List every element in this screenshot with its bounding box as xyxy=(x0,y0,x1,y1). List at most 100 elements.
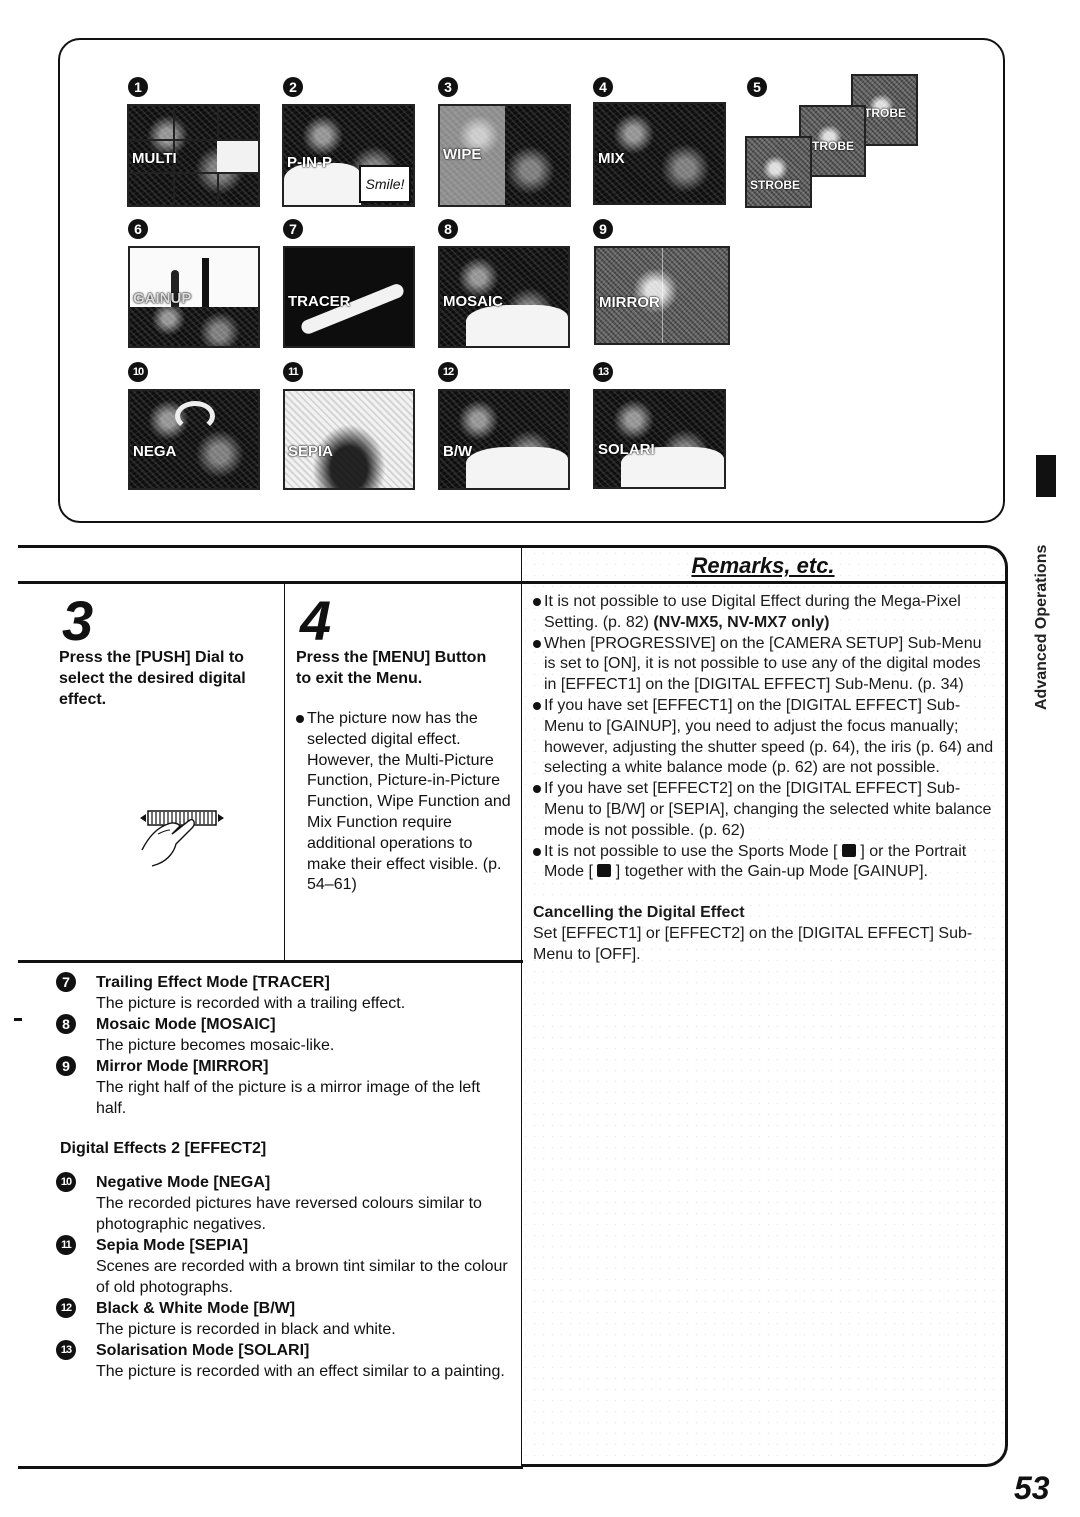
step-bullet: The picture now has the selected digital… xyxy=(296,709,511,896)
thumbnail-label: NEGA xyxy=(133,443,177,460)
thumbnail-label: WIPE xyxy=(443,146,482,163)
thumbnail-label: SOLARI xyxy=(598,441,655,458)
figure-number-badge: 4 xyxy=(593,77,613,97)
step-bullets: The picture now has the selected digital… xyxy=(296,709,511,896)
thumbnail-wipe: WIPE xyxy=(438,104,571,207)
figure-number-badge: 11 xyxy=(283,362,303,382)
section-tab-marker xyxy=(1036,455,1056,497)
figure-number-badge: 5 xyxy=(747,77,767,97)
effect2-heading: Digital Effects 2 [EFFECT2] xyxy=(60,1140,267,1157)
remark-item: When [PROGRESSIVE] on the [CAMERA SETUP]… xyxy=(533,634,995,696)
column-divider xyxy=(521,545,522,1467)
inset-picture: Smile! xyxy=(359,165,411,203)
figure-number-badge: 7 xyxy=(283,219,303,239)
mode-title: Mosaic Mode [MOSAIC] xyxy=(96,1016,276,1033)
mode-item-mirror: 9 Mirror Mode [MIRROR] The right half of… xyxy=(54,1056,514,1119)
section-header-rule xyxy=(18,581,1005,584)
mode-title: Solarisation Mode [SOLARI] xyxy=(96,1342,310,1359)
thumbnail-mosaic: MOSAIC xyxy=(438,246,570,348)
mode-number-badge: 9 xyxy=(56,1056,76,1076)
mode-number-badge: 7 xyxy=(56,972,76,992)
thumbnail-solari: SOLARI xyxy=(593,389,726,489)
step-heading: Press the [MENU] Button to exit the Menu… xyxy=(296,649,487,687)
mode-description: Scenes are recorded with a brown tint si… xyxy=(96,1258,508,1296)
mode-description: The picture becomes mosaic-like. xyxy=(96,1037,335,1054)
remark-item: If you have set [EFFECT1] on the [DIGITA… xyxy=(533,696,995,779)
remarks-title: Remarks, etc. xyxy=(691,553,835,578)
mode-item-sepia: 11 Sepia Mode [SEPIA] Scenes are recorde… xyxy=(54,1235,514,1298)
mode-number-badge: 8 xyxy=(56,1014,76,1034)
step-divider xyxy=(284,584,285,962)
thumbnail-bw: B/W xyxy=(438,389,570,490)
mode-number-badge: 12 xyxy=(56,1298,76,1318)
thumbnail-label: SEPIA xyxy=(288,443,334,460)
thumbnail-strobe-1: STROBE xyxy=(745,136,812,208)
figure-number-badge: 8 xyxy=(438,219,458,239)
steps-bottom-rule xyxy=(18,960,523,963)
figure-number-badge: 10 xyxy=(128,362,148,382)
portrait-mode-icon xyxy=(597,864,612,878)
figure-number-badge: 1 xyxy=(128,77,148,97)
thumbnail-mix: MIX xyxy=(593,102,726,205)
mode-number-badge: 13 xyxy=(56,1340,76,1360)
step-number: 3 xyxy=(62,589,94,652)
remarks-body: It is not possible to use Digital Effect… xyxy=(533,592,995,966)
remark-item: It is not possible to use the Sports Mod… xyxy=(533,842,995,884)
thumbnail-label: MULTI xyxy=(132,150,177,167)
thumbnail-label: GAINUP xyxy=(133,290,192,307)
mode-number-badge: 11 xyxy=(56,1235,76,1255)
page-bottom-rule xyxy=(18,1466,523,1469)
figure-number-badge: 9 xyxy=(593,219,613,239)
mode-item-solari: 13 Solarisation Mode [SOLARI] The pictur… xyxy=(54,1340,514,1382)
step-heading: Press the [PUSH] Dial to select the desi… xyxy=(59,649,246,708)
thumbnail-label: STROBE xyxy=(750,178,801,192)
figure-number-badge: 6 xyxy=(128,219,148,239)
page-number: 53 xyxy=(1014,1470,1050,1506)
thumbnail-label: TRACER xyxy=(288,293,351,310)
thumbnail-label: MIRROR xyxy=(599,294,660,311)
mode-title: Negative Mode [NEGA] xyxy=(96,1174,271,1191)
mode-title: Sepia Mode [SEPIA] xyxy=(96,1237,249,1254)
figure-number-badge: 3 xyxy=(438,77,458,97)
mode-description: The picture is recorded in black and whi… xyxy=(96,1321,396,1338)
mode-item-bw: 12 Black & White Mode [B/W] The picture … xyxy=(54,1298,514,1340)
thumbnail-tracer: TRACER xyxy=(283,246,415,348)
mode-title: Mirror Mode [MIRROR] xyxy=(96,1058,269,1075)
mode-description: The right half of the picture is a mirro… xyxy=(96,1079,481,1117)
mode-item-nega: 10 Negative Mode [NEGA] The recorded pic… xyxy=(54,1172,514,1235)
thumbnail-sepia: SEPIA xyxy=(283,389,415,490)
thumbnail-label: B/W xyxy=(443,443,473,460)
mode-title: Trailing Effect Mode [TRACER] xyxy=(96,974,330,991)
mode-item-tracer: 7 Trailing Effect Mode [TRACER] The pict… xyxy=(54,972,514,1014)
step-number: 4 xyxy=(300,589,332,652)
push-dial-hand-icon xyxy=(140,810,224,867)
thumbnail-label: MIX xyxy=(598,150,625,167)
thumbnail-nega: NEGA xyxy=(128,389,260,490)
sports-mode-icon xyxy=(841,843,856,857)
thumbnail-mirror: MIRROR xyxy=(594,246,730,345)
thumbnail-gainup: GAINUP xyxy=(128,246,260,348)
mode-item-mosaic: 8 Mosaic Mode [MOSAIC] The picture becom… xyxy=(54,1014,514,1056)
thumbnail-multi: MULTI xyxy=(127,104,260,207)
mode-description: The picture is recorded with an effect s… xyxy=(96,1363,505,1380)
thumbnail-p-in-p: P-IN-P Smile! xyxy=(282,104,415,207)
section-tab-label: Advanced Operations xyxy=(1033,544,1050,710)
remark-item: If you have set [EFFECT2] on the [DIGITA… xyxy=(533,779,995,841)
figure-number-badge: 13 xyxy=(593,362,613,382)
mode-number-badge: 10 xyxy=(56,1172,76,1192)
cancel-heading: Cancelling the Digital Effect xyxy=(533,904,745,922)
figure-number-badge: 12 xyxy=(438,362,458,382)
mode-title: Black & White Mode [B/W] xyxy=(96,1300,296,1317)
section-top-rule xyxy=(18,545,523,548)
remark-item: It is not possible to use Digital Effect… xyxy=(533,592,995,634)
thumbnail-label: MOSAIC xyxy=(443,293,503,310)
margin-mark xyxy=(14,1018,22,1021)
model-note: (NV-MX5, NV-MX7 only) xyxy=(653,613,830,631)
effect2-mode-list: 10 Negative Mode [NEGA] The recorded pic… xyxy=(54,1172,514,1382)
remarks-bullets: It is not possible to use Digital Effect… xyxy=(533,592,995,883)
effect1-mode-list: 7 Trailing Effect Mode [TRACER] The pict… xyxy=(54,972,514,1119)
mode-description: The picture is recorded with a trailing … xyxy=(96,995,406,1012)
figure-number-badge: 2 xyxy=(283,77,303,97)
thumbnail-label: P-IN-P xyxy=(287,154,332,171)
cancel-text: Set [EFFECT1] or [EFFECT2] on the [DIGIT… xyxy=(533,924,973,963)
